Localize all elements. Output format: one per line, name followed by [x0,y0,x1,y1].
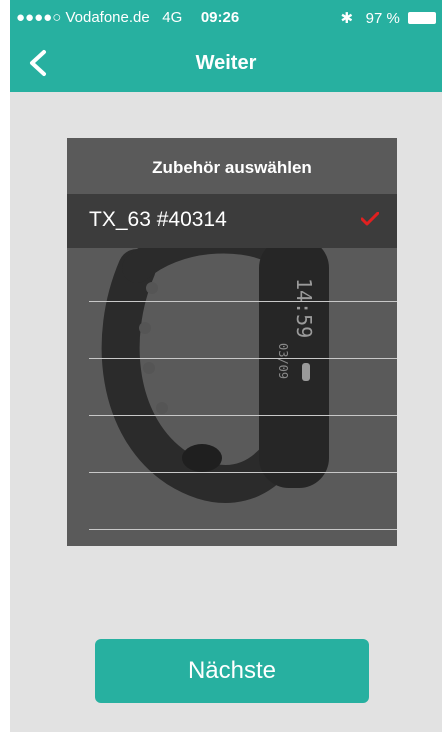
device-list-item[interactable]: TX_63 #40314 [67,194,397,248]
carrier-label: ●●●●○ Vodafone.de [16,9,150,26]
status-bar: ●●●●○ Vodafone.de 4G 09:26 ✱ 97 % [10,0,442,34]
status-left: ●●●●○ Vodafone.de 4G [16,9,182,26]
device-name: TX_63 #40314 [89,208,227,231]
list-divider [89,301,397,302]
accessory-selection-panel: 14:59 03/09 Zubehör auswählen TX_63 #403… [67,138,397,546]
list-divider [89,472,397,473]
status-time: 09:26 [200,9,240,26]
band-display-date: 03/09 [276,343,290,379]
bluetooth-icon: ✱ [340,10,354,27]
battery-icon [408,12,436,24]
list-divider [89,415,397,416]
network-label: 4G [162,9,183,26]
list-divider [89,529,397,530]
band-display-time: 14:59 [292,278,316,338]
app-screen: ●●●●○ Vodafone.de 4G 09:26 ✱ 97 % Weiter [10,0,442,732]
next-button[interactable]: Nächste [95,639,369,703]
top-bar: ●●●●○ Vodafone.de 4G 09:26 ✱ 97 % Weiter [10,0,442,92]
panel-title: Zubehör auswählen [152,158,312,177]
status-right: ✱ 97 % [341,9,436,27]
battery-percent: 97 % [365,10,400,27]
checkmark-icon [361,212,379,226]
list-divider [89,358,397,359]
page-title: Weiter [195,52,257,74]
